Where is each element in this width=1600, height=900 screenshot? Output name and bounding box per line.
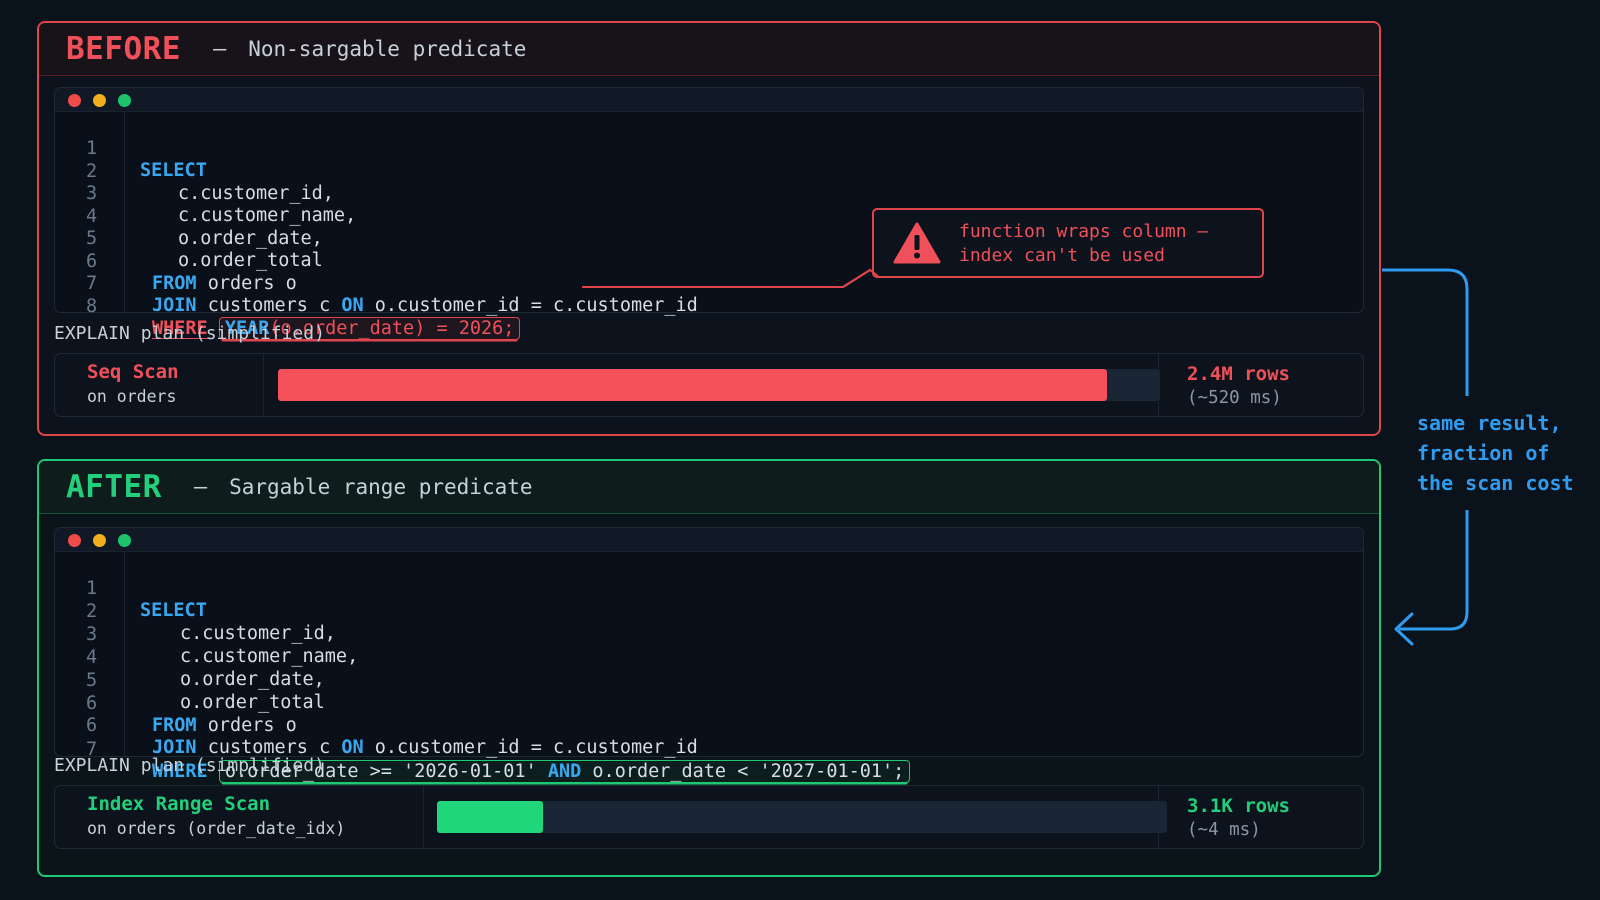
maximize-dot-icon (118, 94, 131, 107)
close-dot-icon (68, 94, 81, 107)
flow-line-bottom (1399, 510, 1469, 631)
code-line: 6 FROM orders o (55, 229, 297, 294)
after-plan: Index Range Scan on orders (order_date_i… (54, 785, 1364, 849)
after-code-window: 1 SELECT 2 c.customer_id, 3 c.customer_n… (54, 527, 1364, 783)
plan-target: on orders (order_date_idx) (87, 819, 346, 838)
cost-bar-track (278, 369, 1160, 401)
plan-target: on orders (87, 387, 177, 406)
keyword: SELECT (140, 600, 207, 621)
keyword: ON (341, 295, 364, 316)
explain-label: EXPLAIN plan (simplified) (54, 323, 325, 344)
code-line: 5 o.order_total (55, 206, 323, 271)
keyword: AND (547, 761, 582, 782)
code-text: o.order_date < '2027-01-01'; (581, 761, 905, 782)
side-note: same result, fraction of the scan cost (1417, 411, 1574, 495)
plan-divider (1158, 354, 1159, 416)
code-line: 2 c.customer_id, (55, 579, 336, 644)
plan-time: (~4 ms) (1187, 820, 1261, 840)
code-line: 1 SELECT (55, 556, 207, 621)
cost-bar-track (437, 801, 1167, 833)
after-title: AFTER (66, 469, 162, 505)
code-text: orders o (196, 272, 297, 294)
before-plan: Seq Scan on orders 2.4M rows (~520 ms) (54, 353, 1364, 417)
after-subtitle: Sargable range predicate (229, 475, 533, 499)
plan-rows: 2.4M rows (1187, 363, 1290, 385)
arrow-left-icon (1394, 612, 1414, 646)
line-number: 8 (86, 296, 98, 317)
code-text: c.customer_id, (180, 623, 336, 644)
callout-text: function wraps column – index can't be u… (959, 221, 1209, 266)
code-text: customers c (196, 295, 342, 316)
code-text: c.customer_id, (178, 182, 334, 204)
code-text: o.order_total (178, 250, 323, 271)
after-title-dash: – (193, 474, 208, 500)
before-subtitle: Non-sargable predicate (248, 37, 527, 61)
code-text: c.customer_name, (180, 646, 359, 667)
explain-label: EXPLAIN plan (simplified) (54, 755, 325, 776)
plan-rows: 3.1K rows (1187, 795, 1290, 817)
maximize-dot-icon (118, 534, 131, 547)
plan-divider (423, 786, 424, 848)
plan-operation: Seq Scan (87, 361, 179, 383)
code-line: 3 c.customer_name, (55, 602, 358, 667)
code-line: 5 o.order_total (55, 648, 325, 713)
after-header: AFTER – Sargable range predicate (39, 461, 1379, 514)
code-line: 7 WHERE o.order_date >= '2026-01-01' AND… (55, 717, 911, 783)
code-line: 3 c.customer_name, (55, 161, 356, 226)
flow-line-top (1382, 268, 1469, 396)
window-titlebar (55, 88, 1363, 112)
code-line: 2 c.customer_id, (55, 139, 334, 204)
code-line: 4 o.order_date, (55, 184, 323, 249)
minimize-dot-icon (93, 94, 106, 107)
before-title: BEFORE (66, 31, 181, 67)
plan-operation: Index Range Scan (87, 793, 271, 815)
cost-bar-fill (437, 801, 543, 833)
warning-callout: function wraps column – index can't be u… (872, 208, 1264, 278)
plan-time: (~520 ms) (1187, 388, 1282, 408)
warning-icon (893, 222, 941, 264)
cost-bar-fill (278, 369, 1108, 401)
minimize-dot-icon (93, 534, 106, 547)
plan-divider (1158, 786, 1159, 848)
code-text: c.customer_name, (178, 205, 357, 226)
code-text: o.order_total (180, 692, 325, 713)
keyword: FROM (152, 714, 197, 736)
keyword: FROM (152, 272, 197, 294)
keyword: ON (341, 737, 364, 758)
code-line: 7 JOIN customers c ON o.customer_id = c.… (55, 251, 698, 316)
code-text: o.customer_id = c.customer_id (363, 295, 698, 316)
code-line: 4 o.order_date, (55, 625, 325, 690)
keyword: SELECT (140, 160, 207, 181)
before-title-dash: – (212, 36, 227, 62)
code-line: 1 SELECT (55, 116, 207, 181)
code-text: o.customer_id = c.customer_id (363, 737, 698, 758)
before-header: BEFORE – Non-sargable predicate (39, 23, 1379, 76)
code-text: orders o (196, 714, 297, 736)
after-panel: AFTER – Sargable range predicate 1 SELEC… (37, 459, 1381, 877)
code-text: o.order_date, (180, 669, 325, 690)
keyword: JOIN (152, 295, 197, 316)
close-dot-icon (68, 534, 81, 547)
plan-divider (263, 354, 264, 416)
code-line: 6 JOIN customers c ON o.customer_id = c.… (55, 693, 698, 758)
code-text: o.order_date, (178, 227, 323, 249)
before-code-window: 1 SELECT 2 c.customer_id, 3 c.customer_n… (54, 87, 1364, 340)
code-line: 6 FROM orders o (55, 671, 297, 736)
window-titlebar (55, 528, 1363, 552)
code-line: 8 WHERE YEAR(o.order_date) = 2026; (55, 274, 521, 340)
